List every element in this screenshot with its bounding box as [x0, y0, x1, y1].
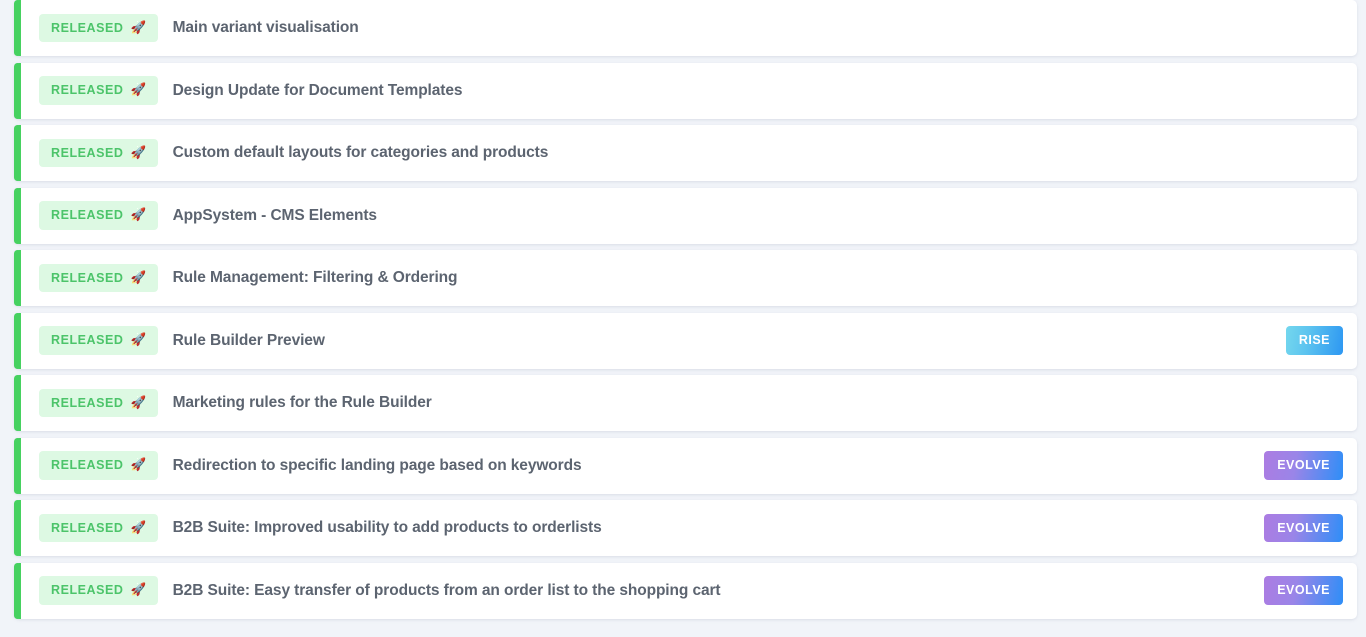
status-badge-label: RELEASED: [51, 583, 124, 598]
status-badge-released: RELEASED 🚀: [39, 138, 158, 168]
roadmap-row[interactable]: RELEASED 🚀 Rule Builder Preview RISE: [14, 312, 1357, 369]
rocket-icon: 🚀: [130, 582, 147, 597]
status-badge-label: RELEASED: [51, 83, 124, 98]
status-accent-bar: [14, 125, 21, 181]
rocket-icon: 🚀: [130, 207, 147, 222]
status-badge-released: RELEASED 🚀: [39, 263, 158, 293]
roadmap-row[interactable]: RELEASED 🚀 Redirection to specific landing…: [14, 437, 1357, 494]
status-accent-bar: [14, 562, 21, 619]
status-accent-bar: [14, 437, 21, 494]
status-badge-label: RELEASED: [51, 145, 124, 160]
status-badge-label: RELEASED: [51, 458, 124, 473]
status-badge-released: RELEASED 🚀: [39, 388, 158, 418]
status-badge-released: RELEASED 🚀: [39, 513, 158, 543]
roadmap-row[interactable]: RELEASED 🚀 B2B Suite: Improved usability t…: [14, 500, 1357, 556]
status-badge-label: RELEASED: [51, 208, 124, 223]
product-badge[interactable]: EVOLVE: [1264, 513, 1343, 543]
roadmap-list: RELEASED 🚀 Main variant visualisation RELEA…: [0, 0, 1366, 637]
roadmap-item-title: Rule Management: Filtering & Ordering: [172, 269, 458, 286]
roadmap-item-title: B2B Suite: Improved usability to add pro…: [172, 519, 602, 536]
status-badge-released: RELEASED 🚀: [39, 576, 158, 605]
roadmap-row[interactable]: RELEASED 🚀 Rule Management: Filtering & Or…: [14, 250, 1357, 306]
rocket-icon: 🚀: [130, 395, 147, 410]
status-badge-label: RELEASED: [51, 395, 124, 410]
product-badge[interactable]: EVOLVE: [1264, 451, 1343, 480]
roadmap-row[interactable]: RELEASED 🚀 B2B Suite: Easy transfer of pro…: [14, 562, 1357, 619]
rocket-icon: 🚀: [130, 20, 147, 35]
status-accent-bar: [14, 500, 21, 556]
roadmap-row[interactable]: RELEASED 🚀 Marketing rules for the Rule Bu…: [14, 375, 1357, 431]
roadmap-item-title: AppSystem - CMS Elements: [172, 206, 377, 224]
rocket-icon: 🚀: [130, 457, 147, 472]
rocket-icon: 🚀: [130, 332, 147, 347]
rocket-icon: 🚀: [130, 270, 147, 285]
roadmap-item-title: Main variant visualisation: [172, 19, 359, 36]
status-accent-bar: [14, 250, 21, 306]
roadmap-item-title: B2B Suite: Easy transfer of products fro…: [172, 581, 721, 599]
status-badge-released: RELEASED 🚀: [39, 13, 158, 43]
status-accent-bar: [14, 375, 21, 431]
status-badge-label: RELEASED: [51, 270, 124, 285]
roadmap-item-title: Marketing rules for the Rule Builder: [172, 394, 432, 411]
rocket-icon: 🚀: [130, 145, 147, 160]
status-badge-released: RELEASED 🚀: [39, 451, 158, 480]
roadmap-item-title: Redirection to specific landing page bas…: [172, 456, 582, 474]
status-badge-label: RELEASED: [51, 20, 124, 35]
status-accent-bar: [14, 312, 21, 369]
status-badge-released: RELEASED 🚀: [39, 326, 158, 355]
roadmap-item-title: Custom default layouts for categories an…: [172, 144, 549, 161]
roadmap-row[interactable]: RELEASED 🚀 Design Update for Document Temp…: [14, 62, 1357, 119]
product-badge[interactable]: RISE: [1285, 326, 1343, 355]
status-accent-bar: [14, 187, 21, 244]
product-badge[interactable]: EVOLVE: [1264, 576, 1343, 605]
roadmap-row[interactable]: RELEASED 🚀 AppSystem - CMS Elements: [14, 187, 1357, 244]
status-accent-bar: [14, 62, 21, 119]
status-badge-label: RELEASED: [51, 520, 124, 535]
roadmap-row[interactable]: RELEASED 🚀 Custom default layouts for cate…: [14, 125, 1357, 181]
roadmap-item-title: Design Update for Document Templates: [172, 81, 463, 99]
roadmap-row[interactable]: RELEASED 🚀 Main variant visualisation: [14, 0, 1357, 56]
status-accent-bar: [14, 0, 21, 56]
roadmap-item-title: Rule Builder Preview: [172, 331, 325, 349]
status-badge-label: RELEASED: [51, 333, 124, 348]
rocket-icon: 🚀: [130, 82, 147, 97]
rocket-icon: 🚀: [130, 520, 147, 535]
status-badge-released: RELEASED 🚀: [39, 76, 158, 105]
status-badge-released: RELEASED 🚀: [39, 201, 158, 230]
